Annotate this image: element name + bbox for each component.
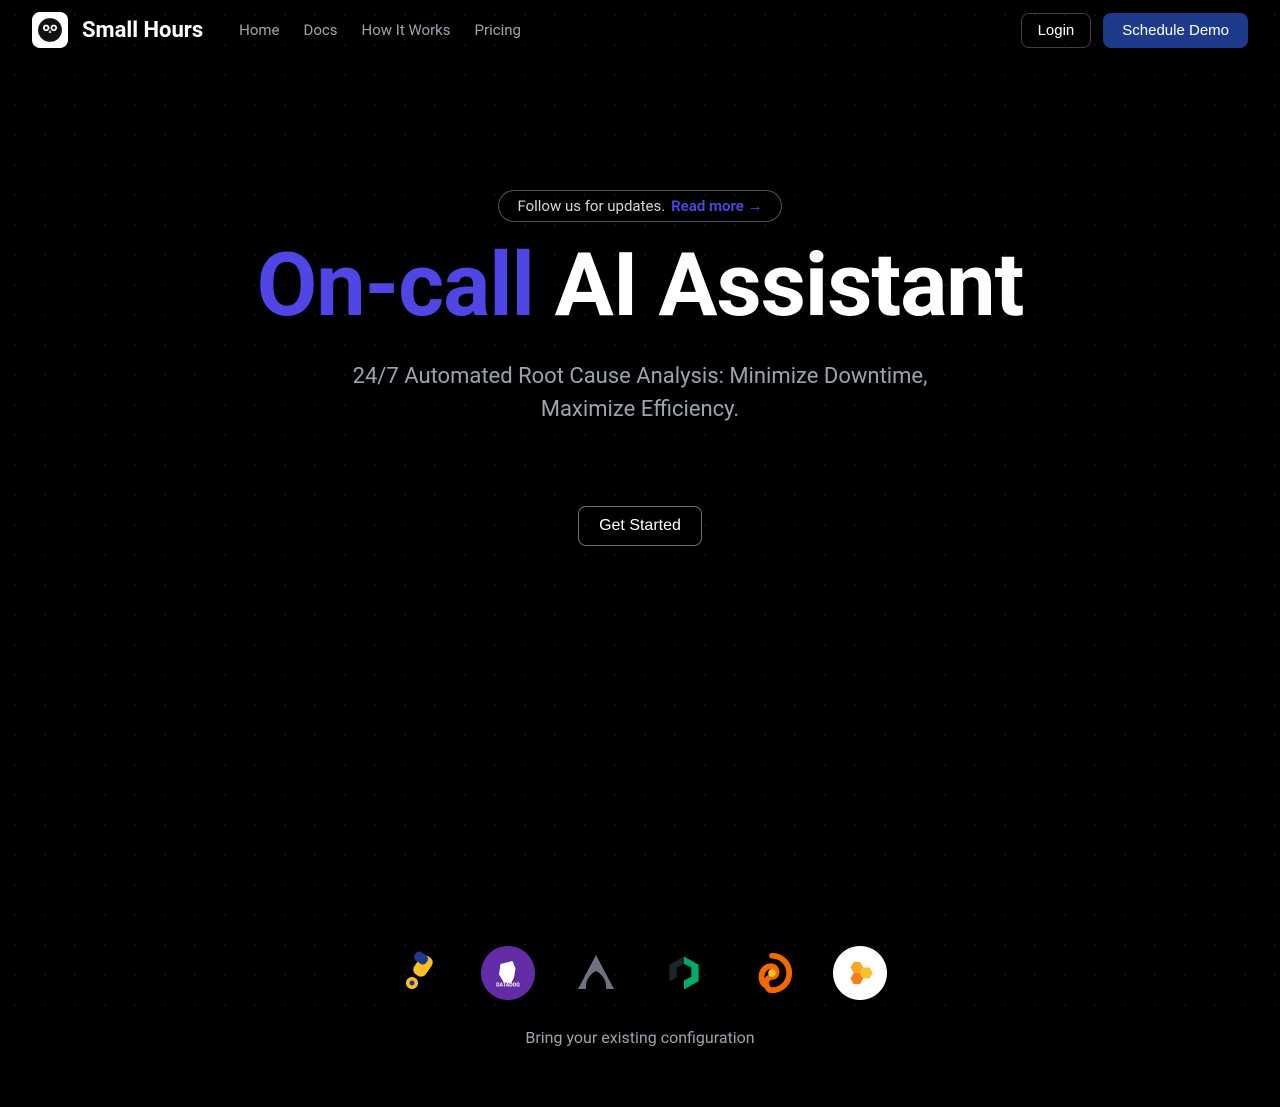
sentry-logo-icon <box>569 946 623 1000</box>
integration-logo-row: DATADOG <box>0 946 1280 1000</box>
hero-subtitle: 24/7 Automated Root Cause Analysis: Mini… <box>40 360 1240 426</box>
integrations-caption: Bring your existing configuration <box>0 1028 1280 1047</box>
nav-right: Login Schedule Demo <box>1021 13 1248 48</box>
owl-icon <box>37 17 63 43</box>
owl-logo-icon <box>32 12 68 48</box>
brand-name: Small Hours <box>82 18 203 43</box>
brand: Small Hours <box>32 12 203 48</box>
hero-title: On-call AI Assistant <box>40 240 1240 332</box>
nav-link-docs[interactable]: Docs <box>304 21 338 39</box>
svg-text:DATADOG: DATADOG <box>496 983 520 989</box>
follow-pill[interactable]: Follow us for updates. Read more → <box>498 190 781 222</box>
follow-read-more-link[interactable]: Read more → <box>671 197 762 215</box>
subtitle-line2: Maximize Efficiency. <box>541 397 739 422</box>
nav-link-how-it-works[interactable]: How It Works <box>362 21 451 39</box>
subtitle-line1: 24/7 Automated Root Cause Analysis: Mini… <box>353 364 928 389</box>
grafana-logo-icon <box>745 946 799 1000</box>
hero-section: Follow us for updates. Read more → On-ca… <box>0 60 1280 546</box>
newrelic-logo-icon <box>657 946 711 1000</box>
integrations-section: DATADOG <box>0 946 1280 1107</box>
hero-title-rest: AI Assistant <box>534 234 1024 337</box>
honeycomb-logo-icon <box>833 946 887 1000</box>
login-button[interactable]: Login <box>1021 13 1092 48</box>
telescope-logo-icon <box>393 946 447 1000</box>
hero-title-accent: On-call <box>257 234 534 337</box>
get-started-button[interactable]: Get Started <box>578 506 702 546</box>
nav-link-home[interactable]: Home <box>239 21 279 39</box>
nav-link-pricing[interactable]: Pricing <box>475 21 521 39</box>
top-nav: Small Hours Home Docs How It Works Prici… <box>0 0 1280 60</box>
nav-links: Home Docs How It Works Pricing <box>239 21 521 39</box>
schedule-demo-button[interactable]: Schedule Demo <box>1103 13 1248 48</box>
follow-text: Follow us for updates. <box>517 197 665 215</box>
datadog-logo-icon: DATADOG <box>481 946 535 1000</box>
